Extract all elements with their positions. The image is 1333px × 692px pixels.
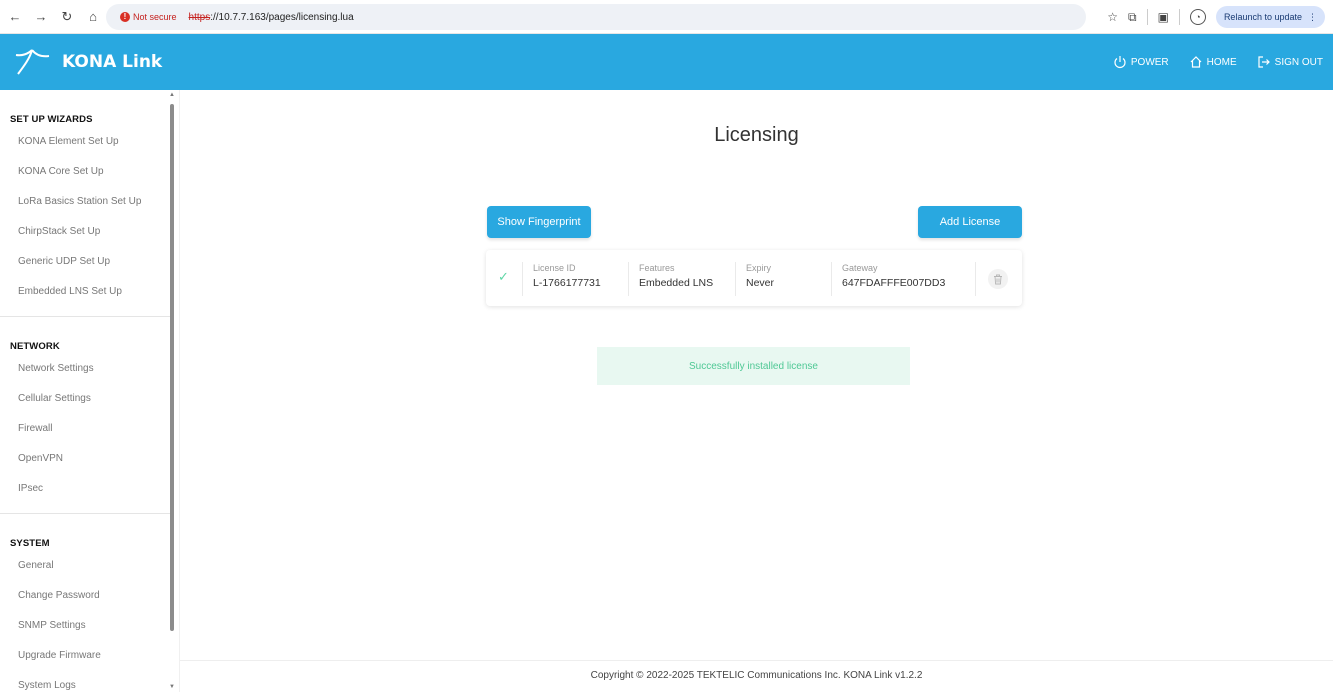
sidebar-item-ipsec[interactable]: IPsec [0, 477, 179, 507]
sidebar: SET UP WIZARDS KONA Element Set Up KONA … [0, 90, 180, 692]
not-secure-label: Not secure [133, 12, 177, 22]
gateway-label: Gateway [842, 263, 878, 273]
kona-logo-icon [15, 49, 50, 75]
home-icon[interactable]: ⌂ [82, 6, 104, 28]
address-bar[interactable]: ! Not secure https://10.7.7.163/pages/li… [106, 4, 1086, 30]
relaunch-label: Relaunch to update [1223, 12, 1302, 22]
sidebar-item-kona-element[interactable]: KONA Element Set Up [0, 130, 179, 160]
power-icon [1114, 56, 1126, 69]
brand-name: KONA Link [62, 52, 163, 72]
sidebar-item-system-logs[interactable]: System Logs [0, 674, 179, 692]
license-id-label: License ID [533, 263, 576, 273]
url-scheme: https [188, 11, 211, 23]
check-icon: ✓ [498, 269, 509, 284]
license-id-value: L-1766177731 [533, 277, 601, 289]
signout-icon [1258, 56, 1270, 68]
success-alert: Successfully installed license [597, 347, 910, 385]
reload-icon[interactable]: ↻ [56, 6, 78, 28]
back-icon[interactable]: ← [4, 6, 26, 28]
cast-icon[interactable]: ▣ [1158, 10, 1169, 24]
sidebar-item-generic-udp[interactable]: Generic UDP Set Up [0, 250, 179, 280]
features-column: Features Embedded LNS [628, 262, 713, 296]
warning-icon: ! [120, 12, 130, 22]
scroll-down-icon[interactable]: ▼ [169, 684, 175, 690]
relaunch-button[interactable]: Relaunch to update ⋮ [1215, 6, 1325, 28]
toolbar-divider [1178, 9, 1180, 25]
scrollbar-thumb[interactable] [170, 104, 174, 631]
delete-license-button[interactable] [975, 262, 1008, 296]
signout-button[interactable]: SIGN OUT [1257, 55, 1323, 69]
expiry-value: Never [746, 277, 775, 289]
sidebar-item-network-settings[interactable]: Network Settings [0, 357, 179, 387]
add-license-button[interactable]: Add License [918, 206, 1022, 238]
features-label: Features [639, 263, 675, 273]
sidebar-item-general[interactable]: General [0, 554, 179, 584]
show-fingerprint-button[interactable]: Show Fingerprint [487, 206, 591, 238]
gateway-column: Gateway 647FDAFFFE007DD3 [831, 262, 945, 296]
page-title: Licensing [714, 124, 799, 146]
sidebar-item-firewall[interactable]: Firewall [0, 417, 179, 447]
url-text[interactable]: https://10.7.7.163/pages/licensing.lua [189, 12, 354, 23]
trash-icon[interactable] [988, 269, 1008, 289]
sidebar-section-title: NETWORK [10, 341, 60, 352]
license-card: ✓ License ID L-1766177731 Features Embed… [486, 250, 1022, 306]
expiry-column: Expiry Never [735, 262, 774, 296]
sidebar-section-title: SYSTEM [10, 538, 50, 549]
sidebar-item-kona-core[interactable]: KONA Core Set Up [0, 160, 179, 190]
toolbar-divider [1146, 9, 1148, 25]
license-id-column: License ID L-1766177731 [522, 262, 601, 296]
sidebar-section-system: SYSTEM General Change Password SNMP Sett… [0, 514, 179, 692]
profile-icon[interactable]: ◔ [1189, 9, 1206, 25]
more-menu-icon[interactable]: ⋮ [1308, 12, 1317, 23]
sidebar-item-snmp-settings[interactable]: SNMP Settings [0, 614, 179, 644]
home-button[interactable]: HOME [1189, 55, 1237, 69]
sidebar-item-upgrade-firmware[interactable]: Upgrade Firmware [0, 644, 179, 674]
sidebar-section-title: SET UP WIZARDS [10, 114, 93, 125]
footer-copyright: Copyright © 2022-2025 TEKTELIC Communica… [180, 660, 1333, 692]
features-value: Embedded LNS [639, 277, 714, 289]
browser-toolbar: ← → ↻ ⌂ ! Not secure https://10.7.7.163/… [0, 0, 1333, 34]
sidebar-item-change-password[interactable]: Change Password [0, 584, 179, 614]
power-button[interactable]: POWER [1113, 55, 1169, 69]
home-label: HOME [1206, 56, 1237, 68]
power-label: POWER [1130, 56, 1169, 68]
expiry-label: Expiry [746, 263, 772, 273]
sidebar-section-setup: SET UP WIZARDS KONA Element Set Up KONA … [0, 90, 179, 317]
app-header: KONA Link POWER HOME SIGN OUT [0, 34, 1333, 90]
brand-logo[interactable]: KONA Link [14, 46, 162, 78]
house-icon [1190, 56, 1202, 68]
sidebar-scrollbar[interactable]: ▲ ▼ [168, 92, 176, 692]
forward-icon[interactable]: → [30, 6, 52, 28]
sidebar-item-embedded-lns[interactable]: Embedded LNS Set Up [0, 280, 179, 310]
sidebar-item-openvpn[interactable]: OpenVPN [0, 447, 179, 477]
not-secure-badge[interactable]: ! Not secure [114, 8, 183, 26]
scroll-up-icon[interactable]: ▲ [169, 92, 175, 98]
sidebar-item-lora-basics[interactable]: LoRa Basics Station Set Up [0, 190, 179, 220]
sidebar-item-chirpstack[interactable]: ChirpStack Set Up [0, 220, 179, 250]
extensions-icon[interactable]: ⧉ [1128, 10, 1137, 25]
sidebar-item-cellular-settings[interactable]: Cellular Settings [0, 387, 179, 417]
bookmark-star-icon[interactable]: ☆ [1107, 10, 1118, 24]
url-path: ://10.7.7.163/pages/licensing.lua [210, 11, 354, 23]
sidebar-section-network: NETWORK Network Settings Cellular Settin… [0, 317, 179, 514]
signout-label: SIGN OUT [1274, 56, 1323, 68]
main-content: Licensing Show Fingerprint Add License ✓… [180, 90, 1333, 692]
gateway-value: 647FDAFFFE007DD3 [842, 277, 946, 289]
